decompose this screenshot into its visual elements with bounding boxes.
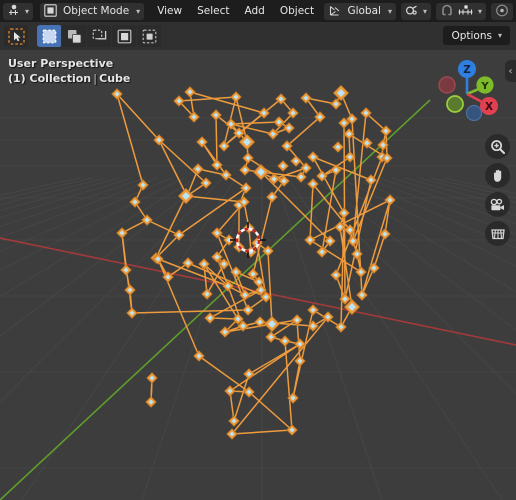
chevron-down-icon: ▾ xyxy=(136,6,141,16)
snapping-group[interactable]: ▾ xyxy=(435,2,486,21)
sidebar-toggle[interactable]: ‹ xyxy=(505,60,516,82)
menu-object[interactable]: Object xyxy=(274,3,320,20)
gizmo-axis-neg-z[interactable] xyxy=(465,104,483,122)
intersect-select-mode-button[interactable] xyxy=(137,25,161,47)
navigation-gizmo[interactable]: Z Y X xyxy=(430,52,500,126)
editor-type-selector[interactable]: ▾ xyxy=(3,2,34,21)
set-select-mode-button[interactable] xyxy=(37,25,61,47)
tool-settings-row xyxy=(0,22,516,50)
snap-increment-icon[interactable] xyxy=(457,2,474,21)
transform-orientation-icon xyxy=(328,2,341,21)
chevron-down-icon: ▾ xyxy=(25,6,30,16)
chevron-down-icon: ▾ xyxy=(422,6,427,16)
blender-window: ▾ Object Mode ▾ View Select Add Object G… xyxy=(0,0,516,500)
gizmo-axis-neg-y[interactable] xyxy=(446,95,464,113)
transform-orientation-selector[interactable]: Global ▾ xyxy=(324,2,396,21)
proportional-editing-toggle[interactable] xyxy=(491,2,513,21)
menu-view[interactable]: View xyxy=(151,3,188,20)
3d-viewport-icon xyxy=(7,2,21,21)
invert-select-mode-button[interactable] xyxy=(112,25,136,47)
chevron-down-icon: ▾ xyxy=(387,6,392,16)
active-tool-button[interactable] xyxy=(4,25,28,47)
menu-bar: View Select Add Object xyxy=(151,3,320,20)
chevron-left-icon: ‹ xyxy=(508,65,513,77)
menu-select[interactable]: Select xyxy=(191,3,235,20)
svg-text:X: X xyxy=(485,101,493,113)
proportional-editing-icon xyxy=(495,2,509,21)
transform-orientation-label: Global xyxy=(347,4,381,17)
svg-text:Z: Z xyxy=(463,64,471,76)
hand-icon xyxy=(493,169,501,182)
svg-text:Y: Y xyxy=(480,81,489,92)
pivot-point-selector[interactable]: ▾ xyxy=(400,2,431,21)
gizmo-axis-y[interactable]: Y xyxy=(476,76,494,94)
gizmo-axis-x[interactable]: X xyxy=(480,97,498,115)
extend-select-mode-button[interactable] xyxy=(62,25,86,47)
mode-label: Object Mode xyxy=(63,4,130,17)
menu-add[interactable]: Add xyxy=(239,3,271,20)
magnifier-plus-icon xyxy=(490,139,505,154)
world-axes xyxy=(0,99,516,500)
camera-icon xyxy=(490,198,504,210)
chevron-down-icon[interactable]: ▾ xyxy=(478,7,482,16)
options-label: Options xyxy=(451,29,492,42)
subtract-select-mode-button[interactable] xyxy=(87,25,111,47)
viewport-header: ▾ Object Mode ▾ View Select Add Object G… xyxy=(0,0,516,22)
object-mode-icon xyxy=(44,2,57,21)
chevron-down-icon: ▾ xyxy=(497,31,502,40)
options-button[interactable]: Options ▾ xyxy=(443,26,510,45)
snap-magnet-icon[interactable] xyxy=(440,2,454,21)
pan-view-button[interactable] xyxy=(485,163,510,188)
toggle-orthographic-button[interactable] xyxy=(485,221,510,246)
3d-viewport[interactable]: User Perspective (1) Collection|Cube Z xyxy=(0,50,516,500)
camera-view-button[interactable] xyxy=(485,192,510,217)
gizmo-axis-neg-x[interactable] xyxy=(438,76,456,94)
select-mode-group xyxy=(37,25,162,47)
mode-selector[interactable]: Object Mode ▾ xyxy=(40,2,145,21)
viewport-nav-buttons xyxy=(485,134,510,246)
grid-perspective-icon xyxy=(490,228,505,239)
gizmo-axis-z[interactable]: Z xyxy=(458,60,476,78)
pivot-point-icon xyxy=(405,2,419,21)
zoom-view-button[interactable] xyxy=(485,134,510,159)
